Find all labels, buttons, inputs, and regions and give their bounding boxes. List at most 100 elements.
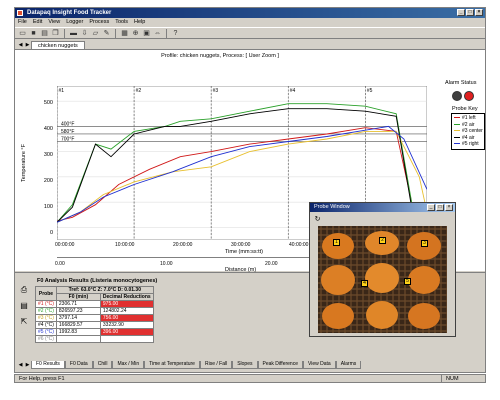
open-icon[interactable]: ▭ bbox=[18, 29, 27, 38]
minimize-button[interactable]: _ bbox=[457, 9, 465, 16]
event-marker-label: #5 bbox=[367, 88, 373, 94]
fit-icon[interactable]: ⇔ bbox=[153, 29, 162, 38]
probe-cell: #1 (°C) bbox=[35, 300, 57, 308]
save-icon[interactable]: ■ bbox=[29, 29, 38, 38]
tab-max-min[interactable]: Max / Min bbox=[112, 360, 145, 369]
tab-view-data[interactable]: View Data bbox=[302, 360, 336, 369]
reference-label: 400°F bbox=[61, 121, 74, 127]
status-bar: For Help, press F1 NUM bbox=[14, 374, 486, 383]
probe-window-title: Probe Window bbox=[314, 204, 350, 210]
tab-scroll-left-icon[interactable]: ◀ bbox=[17, 41, 24, 49]
y-tick: 0 bbox=[49, 230, 53, 236]
x-tick: 30:00:00 bbox=[231, 242, 251, 248]
window-title: Datapaq Insight Food Tracker bbox=[27, 10, 112, 16]
maximize-button[interactable]: □ bbox=[466, 9, 474, 16]
y-tick: 400 bbox=[43, 126, 53, 132]
tab-slopes[interactable]: Slopes bbox=[232, 360, 258, 369]
event-marker-label: #3 bbox=[213, 88, 219, 94]
menu-tools[interactable]: Tools bbox=[115, 18, 128, 27]
menu-process[interactable]: Process bbox=[89, 18, 109, 27]
f0-cell: 2306.71 bbox=[55, 300, 101, 308]
y-tick: 500 bbox=[43, 100, 53, 106]
x-tick: 40:00:00 bbox=[289, 242, 309, 248]
probe-key-item[interactable]: #5 right bbox=[454, 141, 482, 148]
y-tick: 200 bbox=[43, 178, 53, 184]
print-icon[interactable]: ▤ bbox=[40, 29, 49, 38]
tab-chill[interactable]: Chill bbox=[92, 360, 113, 369]
close-button[interactable]: × bbox=[475, 9, 483, 16]
tab-rise-fall[interactable]: Rise / Fall bbox=[199, 360, 233, 369]
f0-table: Probe Tref: 63.0°C Z: 7.0°C D: 0.01.30 F… bbox=[35, 286, 154, 343]
help-icon[interactable]: ? bbox=[171, 29, 180, 38]
alarm-status-label: Alarm Status bbox=[445, 80, 477, 86]
tab-peak-difference[interactable]: Peak Difference bbox=[257, 360, 303, 369]
toolbar: ▭ ■ ▤ ❐ ▬ ⇩ ▱ ✎ ▦ ⊕ ▣ ⇔ ? bbox=[15, 27, 485, 39]
product-image: 1 2 3 4 5 bbox=[318, 226, 447, 333]
download-icon[interactable]: ⇩ bbox=[80, 29, 89, 38]
menu-file[interactable]: File bbox=[18, 18, 27, 27]
table-row[interactable]: #5 (°C) 1992.83 396.00 bbox=[35, 328, 154, 336]
paste-icon[interactable]: ▣ bbox=[142, 29, 151, 38]
y-tick: 300 bbox=[43, 152, 53, 158]
probe-cell: #3 (°C) bbox=[35, 314, 57, 322]
x-tick: 10:00:00 bbox=[115, 242, 135, 248]
menu-edit[interactable]: Edit bbox=[33, 18, 42, 27]
tab-scroll-left-icon[interactable]: ◀ bbox=[17, 361, 24, 369]
reference-label: 580°F bbox=[61, 129, 74, 135]
probe-window[interactable]: Probe Window _ □ × ↻ 1 2 3 4 5 bbox=[309, 202, 456, 337]
edit-icon[interactable]: ✎ bbox=[102, 29, 111, 38]
logger-icon[interactable]: ▬ bbox=[69, 29, 78, 38]
f0-cell: 1992.83 bbox=[55, 328, 101, 336]
f0-cell: 3797.14 bbox=[55, 314, 101, 322]
probe-window-minimize-button[interactable]: _ bbox=[427, 204, 435, 211]
probe-key-title: Probe Key bbox=[452, 106, 478, 112]
status-text: For Help, press F1 bbox=[19, 376, 65, 382]
refresh-icon[interactable]: ↻ bbox=[313, 215, 322, 224]
probe-window-maximize-button[interactable]: □ bbox=[436, 204, 444, 211]
menu-logger[interactable]: Logger bbox=[66, 18, 83, 27]
alarm-led-off-icon bbox=[452, 91, 462, 101]
dec-cell: 975.00 bbox=[99, 300, 154, 308]
x-axis-label: Time (mm:ss:tt) bbox=[225, 249, 263, 255]
tab-scroll-right-icon[interactable]: ▶ bbox=[24, 361, 31, 369]
tab-f0-data[interactable]: F0 Data bbox=[64, 360, 93, 369]
grid-icon[interactable]: ▦ bbox=[120, 29, 129, 38]
f0-cell bbox=[55, 335, 101, 343]
chart-title: Profile: chicken nuggets, Process: [ Use… bbox=[161, 53, 279, 59]
tab-alarms[interactable]: Alarms bbox=[335, 360, 362, 369]
tab-chicken-nuggets[interactable]: chicken nuggets bbox=[31, 41, 85, 49]
tab-time-at-temperature[interactable]: Time at Temperature bbox=[144, 360, 200, 369]
probe-cell: #4 (°C) bbox=[35, 321, 57, 329]
print-results-icon[interactable]: ⎙ bbox=[19, 285, 29, 295]
toolbar-separator bbox=[166, 28, 167, 38]
x-tick: 00:00:00 bbox=[55, 242, 75, 248]
table-row[interactable]: #3 (°C) 3797.14 756.00 bbox=[35, 314, 154, 322]
f0-header-f0: F0 (min) bbox=[55, 293, 101, 301]
f0-cell: 166829.57 bbox=[55, 321, 101, 329]
folder-icon[interactable]: ▱ bbox=[91, 29, 100, 38]
copy-icon[interactable]: ❐ bbox=[51, 29, 60, 38]
event-marker-label: #1 bbox=[59, 88, 65, 94]
table-row[interactable]: #2 (°C) 826597.23 124802.24 bbox=[35, 307, 154, 315]
title-bar: Datapaq Insight Food Tracker _ □ × bbox=[15, 8, 485, 18]
dec-cell: 33232.90 bbox=[99, 321, 154, 329]
f0-title: F0 Analysis Results (Listeria monocytoge… bbox=[37, 278, 158, 284]
x2-tick: 20.00 bbox=[265, 261, 278, 267]
tab-f0-results[interactable]: F0 Results bbox=[31, 360, 65, 369]
select-icon[interactable]: ⇱ bbox=[19, 317, 29, 327]
f0-header-dec: Decimal Reductions bbox=[99, 293, 154, 301]
table-row[interactable]: #6 (°C) bbox=[35, 335, 154, 343]
zoom-icon[interactable]: ⊕ bbox=[131, 29, 140, 38]
report-icon[interactable]: ▤ bbox=[19, 301, 29, 311]
probe-marker: 5 bbox=[404, 278, 411, 285]
probe-cell: #5 (°C) bbox=[35, 328, 57, 336]
menu-help[interactable]: Help bbox=[134, 18, 145, 27]
menu-view[interactable]: View bbox=[48, 18, 60, 27]
tab-scroll-right-icon[interactable]: ▶ bbox=[24, 41, 31, 49]
bottom-tabs: ◀ ▶ F0 Results F0 Data Chill Max / Min T… bbox=[15, 360, 485, 369]
probe-window-close-button[interactable]: × bbox=[445, 204, 453, 211]
document-tabs: ◀ ▶ chicken nuggets bbox=[15, 40, 485, 49]
table-row[interactable]: #1 (°C) 2306.71 975.00 bbox=[35, 300, 154, 308]
dec-cell: 396.00 bbox=[99, 328, 154, 336]
table-row[interactable]: #4 (°C) 166829.57 33232.90 bbox=[35, 321, 154, 329]
